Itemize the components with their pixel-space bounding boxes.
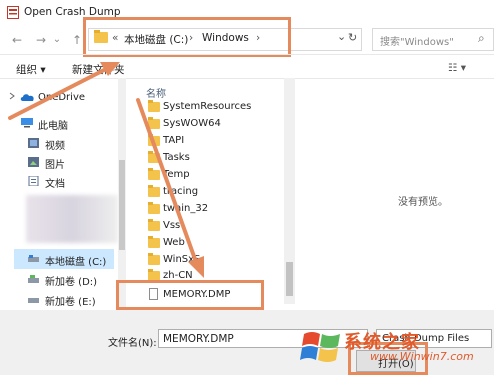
sidebar-item-videos[interactable]: 视频 — [45, 137, 65, 152]
search-icon[interactable]: ⌕ — [478, 31, 485, 46]
onedrive-icon — [20, 94, 34, 101]
new-folder-button[interactable]: 新建文件夹 — [72, 62, 125, 77]
filename-label: 文件名(N): — [108, 338, 157, 349]
folder-icon — [148, 219, 160, 231]
list-scroll-thumb[interactable] — [286, 262, 293, 296]
folder-icon — [148, 151, 160, 163]
address-dropdown-icon[interactable]: ⌄ — [337, 30, 346, 43]
drive-icon — [28, 255, 39, 262]
column-header-name[interactable]: 名称 — [146, 85, 166, 100]
folder-icon — [148, 134, 160, 146]
recent-dropdown-icon[interactable]: ⌄ — [52, 32, 62, 48]
search-placeholder: 搜索"Windows" — [380, 37, 454, 48]
back-arrow-icon[interactable]: ← — [8, 32, 26, 48]
watermark-url: www.Winwin7.com — [370, 350, 474, 363]
folder-icon — [148, 253, 160, 265]
drive-icon — [28, 275, 39, 283]
folder-icon — [148, 185, 160, 197]
sidebar-item-documents[interactable]: 文档 — [45, 175, 65, 190]
filename-value: MEMORY.DMP — [163, 333, 234, 345]
toolbar-divider — [0, 54, 494, 55]
file-highlight-box — [116, 280, 264, 310]
folder-icon — [148, 100, 160, 112]
blurred-sidebar-area — [26, 195, 118, 243]
folder-icon — [148, 236, 160, 248]
sidebar-item-local-disk-c[interactable]: 本地磁盘 (C:) — [45, 253, 106, 268]
expand-chevron-icon[interactable] — [8, 92, 16, 100]
video-folder-icon — [28, 138, 39, 148]
toolbar-bottom-divider — [0, 78, 494, 79]
folder-icon — [148, 168, 160, 180]
view-options-button[interactable]: ☷ ▾ — [448, 62, 466, 74]
folder-icon — [148, 117, 160, 129]
preview-empty-text: 没有预览。 — [398, 197, 448, 208]
windows-logo-icon — [300, 332, 340, 362]
sidebar-item-volume-e[interactable]: 新加卷 (E:) — [45, 293, 96, 308]
sidebar-item-pictures[interactable]: 图片 — [45, 156, 65, 171]
sidebar-item-this-pc[interactable]: 此电脑 — [38, 117, 68, 132]
document-folder-icon — [28, 176, 39, 186]
organize-button[interactable]: 组织 ▾ — [16, 62, 46, 77]
computer-icon — [21, 118, 33, 128]
folder-icon — [148, 202, 160, 214]
sidebar-item-onedrive[interactable]: OneDrive — [38, 92, 85, 103]
sidebar-item-volume-d[interactable]: 新加卷 (D:) — [45, 273, 97, 288]
picture-folder-icon — [28, 157, 39, 167]
sidebar-scroll-thumb[interactable] — [119, 160, 125, 250]
app-icon — [7, 6, 19, 19]
address-highlight-box — [83, 17, 291, 57]
refresh-icon[interactable]: ↻ — [348, 31, 357, 44]
drive-icon — [28, 298, 39, 303]
forward-arrow-icon[interactable]: → — [32, 32, 50, 48]
